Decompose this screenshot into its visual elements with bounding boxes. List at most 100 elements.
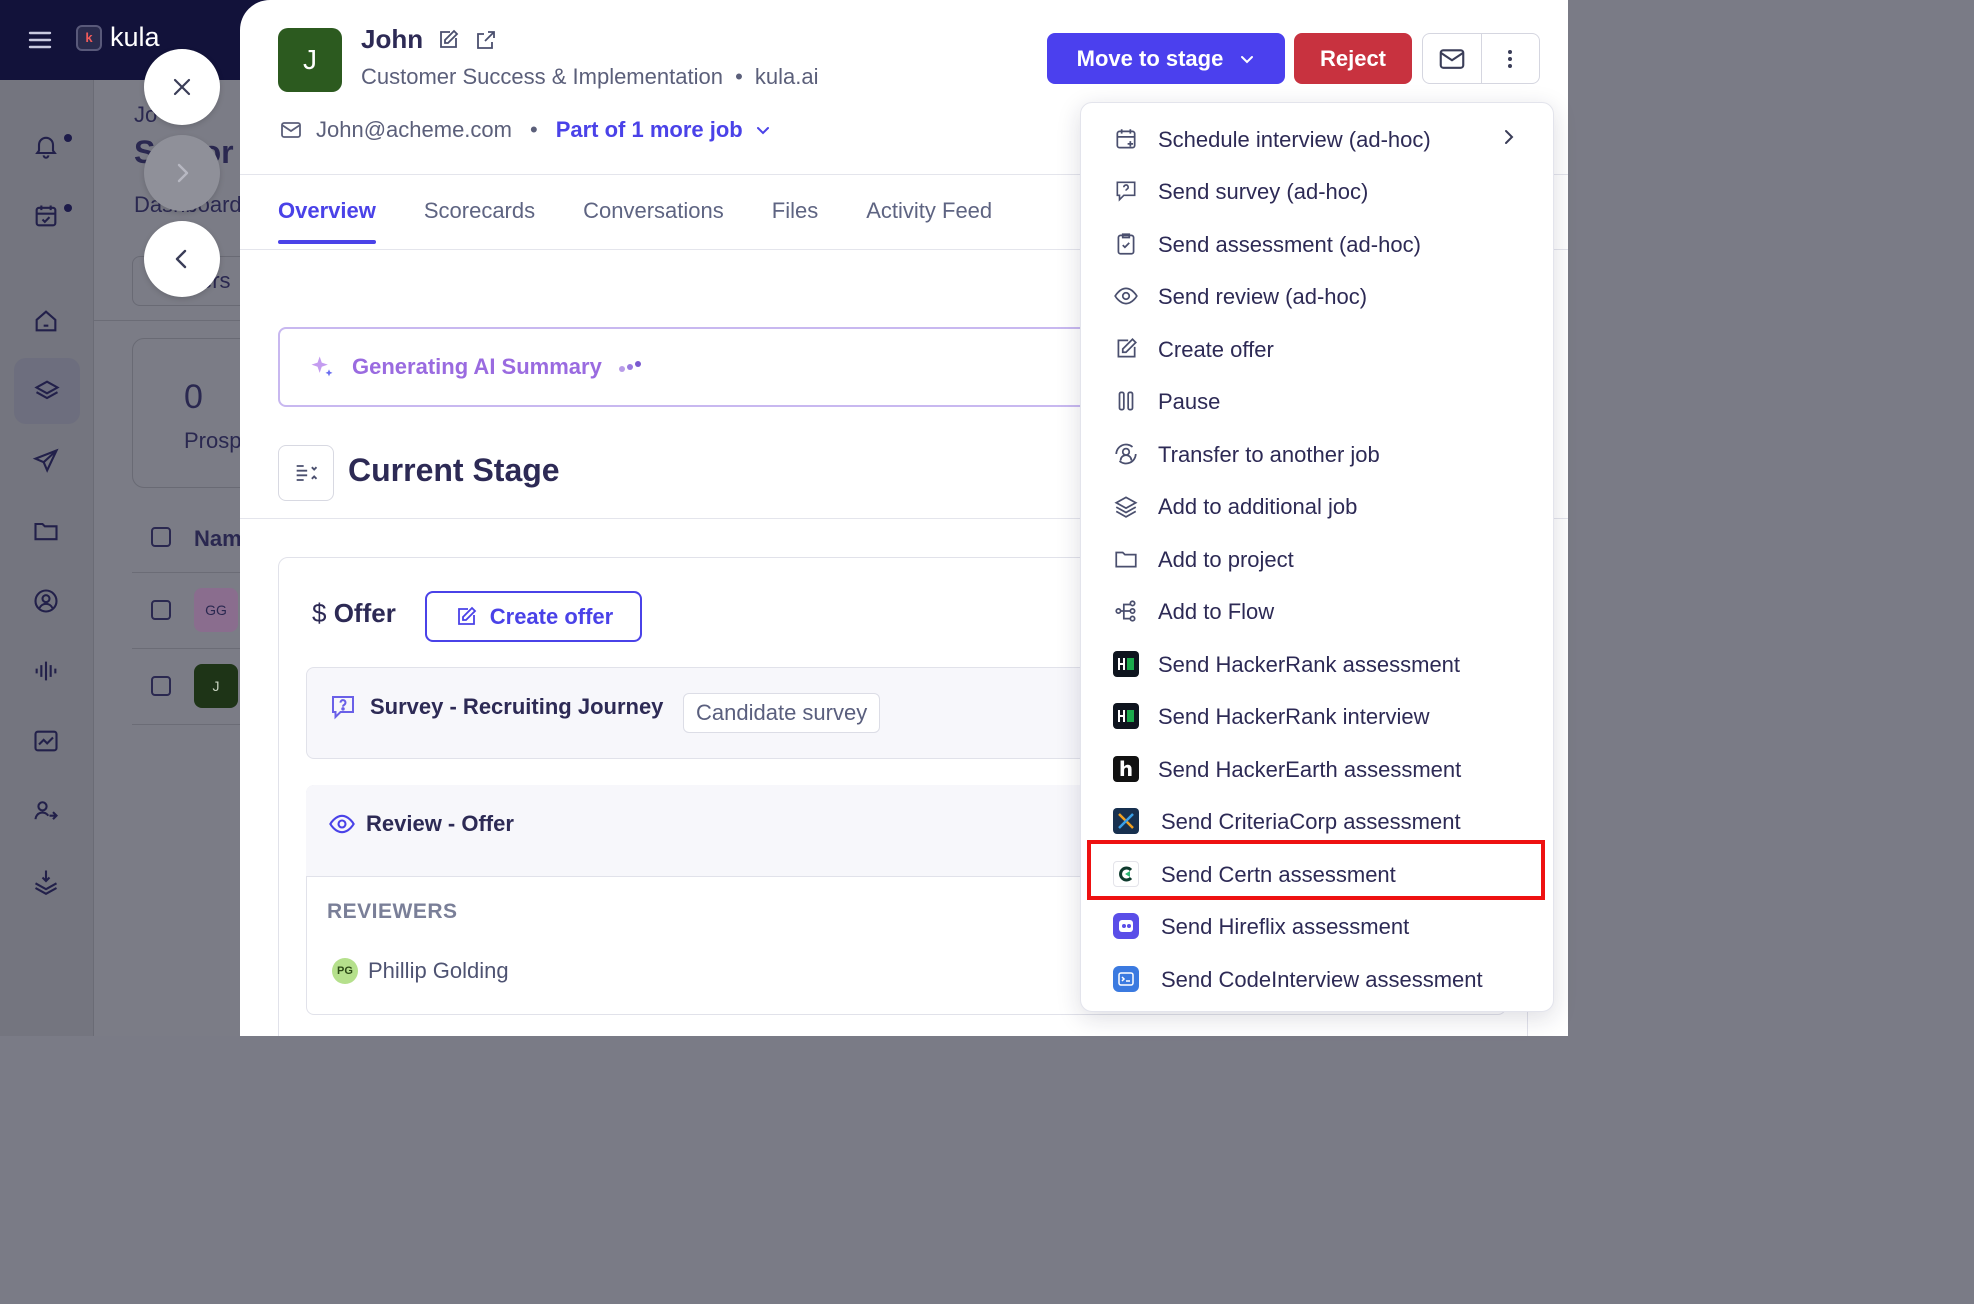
- reviewer-avatar: PG: [332, 958, 358, 984]
- bg-avatar: J: [194, 664, 238, 708]
- menu-item-certn-assessment[interactable]: Send Certn assessment: [1081, 848, 1555, 900]
- certn-logo-icon: [1113, 861, 1139, 887]
- menu-item-hireflix-assessment[interactable]: Send Hireflix assessment: [1081, 900, 1555, 952]
- menu-item-label: Send Hireflix assessment: [1161, 914, 1410, 939]
- user-circle-icon[interactable]: [26, 581, 66, 621]
- layers-icon: [1113, 493, 1139, 519]
- survey-title-row: Survey - Recruiting Journey: [328, 692, 663, 722]
- loading-dots-icon: [618, 361, 641, 372]
- reviewers-label: REVIEWERS: [327, 900, 458, 923]
- menu-item-transfer-job[interactable]: Transfer to another job: [1081, 428, 1555, 480]
- candidate-header: John: [361, 24, 499, 55]
- sparkles-icon: [311, 356, 333, 377]
- create-offer-label: Create offer: [489, 603, 614, 629]
- tab-scorecards[interactable]: Scorecards: [424, 176, 535, 244]
- jobs-layers-icon[interactable]: [14, 358, 80, 424]
- move-to-stage-button[interactable]: Move to stage: [1047, 33, 1285, 84]
- more-actions-menu: Schedule interview (ad-hoc) Send survey …: [1080, 102, 1554, 1012]
- menu-item-send-survey[interactable]: Send survey (ad-hoc): [1081, 165, 1555, 217]
- analytics-icon[interactable]: [26, 721, 66, 761]
- close-drawer-button[interactable]: [144, 49, 220, 125]
- notifications-icon[interactable]: [26, 126, 72, 166]
- tab-activity-feed[interactable]: Activity Feed: [866, 176, 992, 244]
- transfer-icon: [1113, 441, 1139, 467]
- candidate-company: kula.ai: [754, 64, 819, 89]
- menu-item-label: Pause: [1158, 389, 1221, 414]
- tab-files[interactable]: Files: [772, 176, 818, 244]
- calendar-icon[interactable]: [26, 196, 72, 236]
- stack-download-icon[interactable]: [26, 861, 66, 901]
- dollar-icon: $: [312, 598, 327, 628]
- menu-item-label: Send CriteriaCorp assessment: [1161, 809, 1461, 834]
- email-button[interactable]: [1423, 34, 1482, 83]
- app-logo[interactable]: k kula: [76, 22, 160, 53]
- calendar-plus-icon: [1113, 126, 1139, 152]
- menu-item-hackerearth-assessment[interactable]: h Send HackerEarth assessment: [1081, 743, 1555, 795]
- audio-wave-icon[interactable]: [26, 651, 66, 691]
- hireflix-logo-icon: [1113, 913, 1139, 939]
- bg-select-all-checkbox: [151, 527, 171, 547]
- menu-item-send-review[interactable]: Send review (ad-hoc): [1081, 270, 1555, 322]
- criteriacorp-logo-icon: [1113, 808, 1139, 834]
- hamburger-menu-icon[interactable]: [24, 24, 56, 56]
- menu-item-label: Create offer: [1158, 337, 1274, 362]
- close-icon: [173, 78, 191, 96]
- edit-icon[interactable]: [435, 27, 461, 53]
- mail-icon: [1439, 48, 1465, 69]
- menu-item-criteriacorp-assessment[interactable]: Send CriteriaCorp assessment: [1081, 795, 1555, 847]
- bg-table-header: Nam: [194, 526, 242, 551]
- stage-toggle-button[interactable]: [278, 445, 334, 501]
- menu-item-add-to-project[interactable]: Add to project: [1081, 533, 1555, 585]
- survey-title: Survey - Recruiting Journey: [370, 694, 664, 719]
- candidate-contact: John@acheme.com • Part of 1 more job: [278, 117, 771, 143]
- menu-item-hackerrank-assessment[interactable]: Send HackerRank assessment: [1081, 638, 1555, 690]
- tab-overview[interactable]: Overview: [278, 176, 376, 244]
- tab-conversations[interactable]: Conversations: [583, 176, 724, 244]
- review-title-row: Review - Offer: [328, 810, 514, 838]
- previous-candidate-button[interactable]: [144, 221, 220, 297]
- menu-item-hackerrank-interview[interactable]: Send HackerRank interview: [1081, 690, 1555, 742]
- menu-item-add-additional-job[interactable]: Add to additional job: [1081, 480, 1555, 532]
- create-offer-button[interactable]: Create offer: [425, 591, 642, 642]
- menu-item-pause[interactable]: Pause: [1081, 375, 1555, 427]
- menu-item-label: Send review (ad-hoc): [1158, 284, 1368, 309]
- menu-item-label: Send HackerEarth assessment: [1158, 757, 1462, 782]
- bg-avatar: GG: [194, 588, 238, 632]
- survey-type-tag: Candidate survey: [683, 693, 881, 733]
- app-name: kula: [110, 22, 160, 52]
- hackerrank-logo-icon: [1113, 703, 1139, 729]
- home-icon[interactable]: [26, 301, 66, 341]
- codeinterview-logo-icon: [1113, 966, 1139, 992]
- external-link-icon[interactable]: [473, 27, 499, 53]
- chevron-right-icon: [177, 163, 189, 183]
- chevron-left-icon: [175, 249, 187, 269]
- menu-item-label: Send survey (ad-hoc): [1158, 179, 1369, 204]
- send-icon[interactable]: [26, 441, 66, 481]
- menu-item-send-assessment[interactable]: Send assessment (ad-hoc): [1081, 218, 1555, 270]
- more-jobs-link[interactable]: Part of 1 more job: [556, 117, 771, 143]
- mail-icon: [278, 117, 304, 143]
- folder-icon[interactable]: [26, 511, 66, 551]
- users-transfer-icon[interactable]: [26, 791, 66, 831]
- chevron-down-icon: [756, 127, 769, 135]
- candidate-avatar: J: [278, 28, 342, 92]
- menu-item-codeinterview-assessment[interactable]: Send CodeInterview assessment: [1081, 953, 1555, 1005]
- more-options-button[interactable]: [1482, 34, 1540, 83]
- more-jobs-label: Part of 1 more job: [555, 117, 743, 142]
- menu-item-label: Send assessment (ad-hoc): [1158, 232, 1421, 257]
- candidate-email[interactable]: John@acheme.com: [316, 117, 512, 143]
- survey-icon: [1113, 178, 1139, 204]
- sidebar: [0, 80, 94, 1036]
- survey-icon: [332, 696, 354, 720]
- bg-prospects-count: 0: [184, 378, 203, 416]
- next-candidate-button[interactable]: [144, 135, 220, 211]
- kula-logo-icon: k: [76, 24, 102, 51]
- menu-item-add-to-flow[interactable]: Add to Flow: [1081, 585, 1555, 637]
- menu-item-create-offer[interactable]: Create offer: [1081, 323, 1555, 375]
- review-title: Review - Offer: [366, 811, 514, 836]
- reviewer-name: Phillip Golding: [368, 958, 509, 983]
- offer-heading: $ Offer: [312, 598, 396, 629]
- hackerearth-logo-icon: h: [1113, 756, 1139, 782]
- menu-item-schedule-interview[interactable]: Schedule interview (ad-hoc): [1081, 113, 1555, 165]
- reject-button[interactable]: Reject: [1294, 33, 1412, 84]
